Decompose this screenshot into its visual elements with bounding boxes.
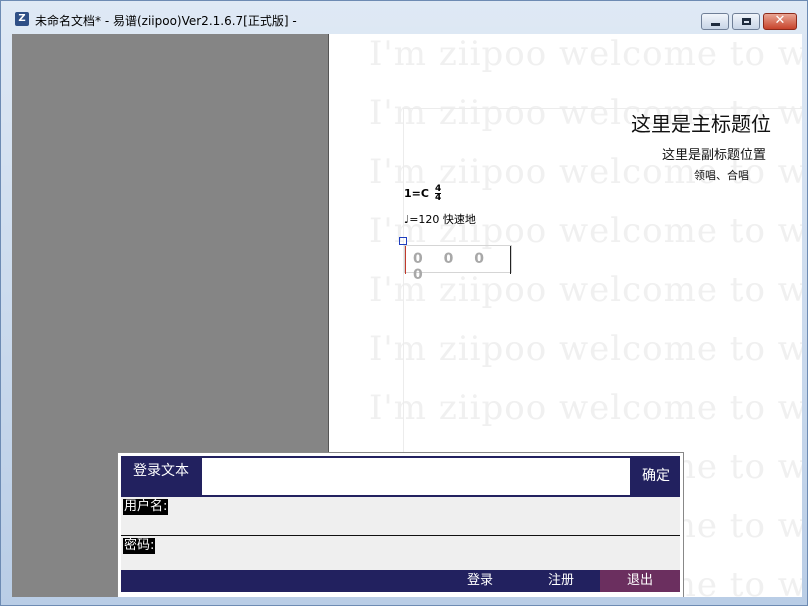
time-denominator: 4	[435, 193, 442, 203]
username-input[interactable]	[121, 515, 684, 535]
measure[interactable]: 0 0 0 0	[404, 245, 512, 283]
client-area: I'm ziipoo welcome to www I'm ziipoo wel…	[12, 34, 802, 597]
score-subtitle[interactable]: 这里是副标题位置	[662, 144, 766, 163]
login-button[interactable]: 登录	[455, 570, 505, 592]
password-row: 密码:	[121, 536, 684, 574]
score-singers[interactable]: 领唱、合唱	[694, 167, 749, 183]
login-dialog: 登录文本 确定 用户名: 密码: 登录 注册 退出	[117, 452, 684, 597]
username-label: 用户名:	[123, 499, 169, 515]
insert-cursor[interactable]	[399, 237, 407, 245]
maximize-button[interactable]	[732, 13, 760, 30]
time-signature[interactable]: 4 4	[435, 185, 442, 203]
register-button[interactable]: 注册	[536, 570, 586, 592]
ok-button[interactable]: 确定	[634, 458, 678, 495]
login-text-input[interactable]	[202, 458, 630, 495]
app-icon: Z	[15, 12, 29, 26]
watermark: I'm ziipoo welcome to www	[369, 34, 802, 74]
watermark: I'm ziipoo welcome to www	[369, 329, 802, 369]
key-signature[interactable]: 1=C	[404, 187, 429, 200]
dialog-footer: 登录 注册 退出	[121, 570, 680, 592]
close-icon: ✕	[774, 13, 786, 28]
score-main-title[interactable]: 这里是主标题位	[631, 108, 771, 137]
exit-button[interactable]: 退出	[600, 570, 680, 592]
app-window: Z 未命名文档* - 易谱(ziipoo)Ver2.1.6.7[正式版] - ✕…	[0, 0, 808, 606]
title-bar[interactable]: Z 未命名文档* - 易谱(ziipoo)Ver2.1.6.7[正式版] - ✕	[1, 1, 807, 33]
password-label: 密码:	[123, 538, 156, 554]
tempo-marking[interactable]: ♩=120 快速地	[404, 211, 476, 227]
close-button[interactable]: ✕	[763, 13, 797, 30]
watermark: I'm ziipoo welcome to www	[369, 388, 802, 428]
window-title: 未命名文档* - 易谱(ziipoo)Ver2.1.6.7[正式版] -	[35, 14, 297, 28]
dialog-title: 登录文本	[133, 463, 189, 479]
measure-notes: 0 0 0 0	[413, 251, 492, 283]
dialog-header: 登录文本 确定	[121, 456, 680, 497]
username-row: 用户名:	[121, 497, 684, 536]
minimize-button[interactable]	[701, 13, 729, 30]
